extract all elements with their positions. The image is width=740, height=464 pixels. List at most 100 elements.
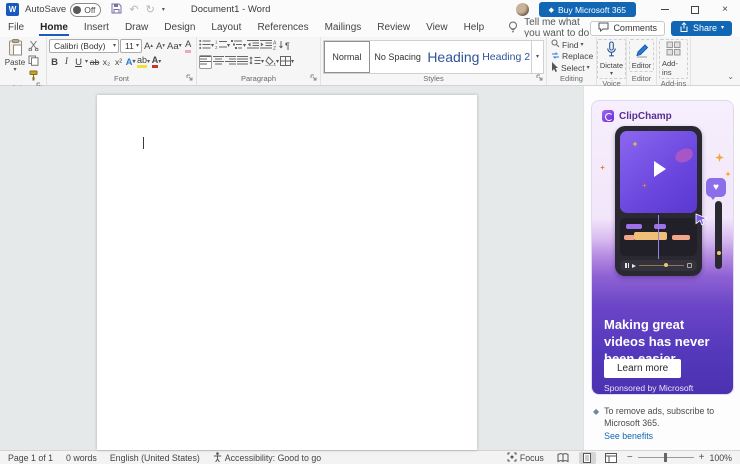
underline-button[interactable]: U — [73, 55, 84, 69]
document-page[interactable] — [97, 95, 477, 450]
paragraph-dialog-launcher[interactable] — [310, 74, 317, 83]
document-area: ClipChamp ♥ Making great videos has neve… — [0, 86, 740, 450]
tab-file[interactable]: File — [0, 20, 32, 36]
dictate-button[interactable]: Dictate ▾ — [596, 39, 627, 79]
focus-mode-button[interactable]: Focus — [507, 452, 544, 464]
superscript-button[interactable]: x² — [113, 55, 124, 69]
tell-me-box[interactable]: Tell me what you want to do — [508, 17, 590, 39]
ad-sponsor-text: Sponsored by Microsoft — [604, 383, 694, 393]
change-case-button[interactable]: Aa ▾ — [167, 39, 182, 53]
zoom-slider-thumb[interactable] — [663, 453, 667, 462]
accessibility-status[interactable]: Accessibility: Good to go — [213, 451, 321, 464]
tab-help[interactable]: Help — [456, 20, 493, 36]
shrink-font-button[interactable]: A ▾ — [155, 39, 166, 53]
buy-microsoft365-button[interactable]: ◆ Buy Microsoft 365 — [538, 2, 636, 17]
tab-review[interactable]: Review — [369, 20, 418, 36]
bold-button[interactable]: B — [49, 55, 60, 69]
font-size-select[interactable]: 11 ▾ — [120, 39, 142, 53]
paint-bucket-icon — [265, 55, 277, 69]
tab-design[interactable]: Design — [156, 20, 203, 36]
bullets-button[interactable]: ▾ — [199, 39, 214, 53]
close-button[interactable]: × — [710, 0, 740, 19]
group-editing: Find ▾ Replace Select ▾ Editing — [547, 37, 597, 85]
subscript-button[interactable]: x₂ — [101, 55, 112, 69]
numbering-button[interactable]: 1 2 ▾ — [215, 39, 230, 53]
sort-button[interactable]: AZ — [273, 39, 284, 53]
align-right-button[interactable] — [225, 55, 236, 69]
chevron-down-icon: ▾ — [720, 25, 724, 31]
tab-home[interactable]: Home — [32, 20, 76, 36]
font-dialog-launcher[interactable] — [186, 74, 193, 83]
chevron-down-icon[interactable]: ▾ — [85, 59, 88, 65]
web-layout-button[interactable] — [603, 452, 620, 464]
svg-text:2: 2 — [215, 45, 218, 49]
tab-insert[interactable]: Insert — [76, 20, 117, 36]
maximize-button[interactable] — [680, 0, 710, 19]
grow-font-button[interactable]: A ▴ — [143, 39, 154, 53]
style-heading1[interactable]: Heading — [426, 41, 482, 73]
strikethrough-button[interactable]: ab — [89, 55, 100, 69]
pilcrow-icon: ¶ — [285, 41, 290, 51]
zoom-slider[interactable] — [637, 453, 694, 462]
group-addins: Add-ins Add-ins — [657, 37, 691, 88]
redo-icon[interactable]: ↻ — [146, 3, 155, 16]
borders-button[interactable]: ▾ — [280, 55, 294, 69]
ribbon-home: Paste ▾ Calibri (Body) ▾ 11 ▾ A ▴ A ▾ Aa… — [0, 37, 740, 93]
save-icon[interactable] — [111, 3, 122, 17]
styles-dialog-launcher[interactable] — [536, 74, 543, 83]
undo-icon[interactable]: ↶ — [129, 3, 138, 16]
highlight-color-button[interactable]: ab ▾ — [137, 55, 150, 69]
tab-references[interactable]: References — [249, 20, 316, 36]
line-spacing-button[interactable]: ▾ — [249, 55, 264, 69]
tab-layout[interactable]: Layout — [203, 20, 249, 36]
style-no-spacing[interactable]: No Spacing — [370, 41, 426, 73]
clear-formatting-button[interactable]: A — [183, 39, 194, 53]
font-family-select[interactable]: Calibri (Body) ▾ — [49, 39, 119, 53]
find-button[interactable]: Find ▾ — [549, 39, 594, 51]
increase-indent-button[interactable] — [260, 39, 273, 53]
autosave-toggle[interactable]: Off — [70, 2, 102, 17]
document-title: Document1 - Word — [190, 4, 271, 15]
share-button[interactable]: Share ▾ — [670, 20, 732, 36]
collapse-ribbon-chevron-icon[interactable]: ⌄ — [727, 72, 734, 81]
read-mode-button[interactable] — [555, 452, 572, 464]
align-left-button[interactable] — [199, 55, 212, 69]
see-benefits-link[interactable]: See benefits — [604, 431, 653, 443]
ad-card[interactable]: ClipChamp ♥ Making great videos has neve… — [591, 100, 734, 395]
text-effects-button[interactable]: A ▾ — [125, 55, 136, 69]
word-count[interactable]: 0 words — [66, 453, 97, 463]
language-indicator[interactable]: English (United States) — [110, 453, 200, 463]
replace-button[interactable]: Replace — [549, 51, 594, 63]
ad-video-screen — [620, 131, 697, 213]
customize-toolbar-chevron-icon[interactable]: ▾ — [162, 7, 165, 13]
style-heading2[interactable]: Heading 2 — [481, 41, 531, 73]
addins-button[interactable]: Add-ins — [659, 39, 688, 79]
copy-button[interactable] — [28, 55, 39, 69]
font-color-button[interactable]: A ▾ — [151, 55, 162, 69]
style-normal[interactable]: Normal — [324, 41, 370, 73]
show-formatting-button[interactable]: ¶ — [285, 39, 290, 53]
styles-gallery-more-button[interactable]: ▾ — [531, 41, 543, 73]
italic-button[interactable]: I — [61, 55, 72, 69]
multilevel-list-button[interactable]: ▾ — [231, 39, 246, 53]
comments-button[interactable]: Comments — [590, 20, 665, 36]
decrease-indent-button[interactable] — [247, 39, 260, 53]
learn-more-button[interactable]: Learn more — [604, 359, 682, 378]
paste-button[interactable]: Paste ▾ — [2, 39, 28, 84]
page-indicator[interactable]: Page 1 of 1 — [8, 453, 53, 463]
tab-mailings[interactable]: Mailings — [317, 20, 370, 36]
zoom-level[interactable]: 100% — [710, 453, 733, 463]
select-button[interactable]: Select ▾ — [549, 62, 594, 74]
zoom-in-button[interactable]: + — [699, 452, 705, 463]
shading-button[interactable]: ▾ — [265, 55, 279, 69]
tab-draw[interactable]: Draw — [117, 20, 156, 36]
align-center-button[interactable] — [213, 55, 224, 69]
zoom-out-button[interactable]: − — [627, 452, 633, 463]
print-layout-button[interactable] — [578, 451, 596, 464]
minimize-button[interactable] — [650, 0, 680, 19]
justify-button[interactable] — [237, 55, 248, 69]
tab-view[interactable]: View — [418, 20, 456, 36]
avatar[interactable] — [515, 3, 529, 16]
cut-button[interactable] — [28, 40, 39, 54]
editor-button[interactable]: Editor — [628, 39, 655, 72]
